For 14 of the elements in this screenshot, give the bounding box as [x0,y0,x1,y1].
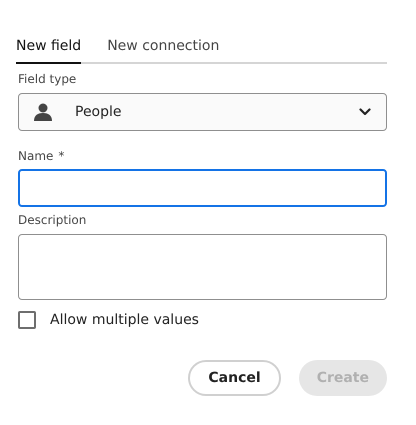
field-label: Field type [18,72,78,86]
tab[interactable]: New connection [107,32,220,64]
chevron-down-icon [359,108,371,116]
checkbox[interactable] [18,311,36,329]
required-mark: * [58,149,64,163]
field-label: Name [18,149,54,163]
field-type-dropdown[interactable]: People [18,93,387,131]
tab[interactable]: New field [16,32,82,64]
description-field[interactable] [18,234,387,300]
field-label: Description [18,213,88,227]
cancel-button[interactable]: Cancel [188,360,281,396]
name-input-field[interactable] [18,169,387,207]
checkbox-label: Allow multiple values [50,312,199,328]
person-icon [33,102,53,122]
